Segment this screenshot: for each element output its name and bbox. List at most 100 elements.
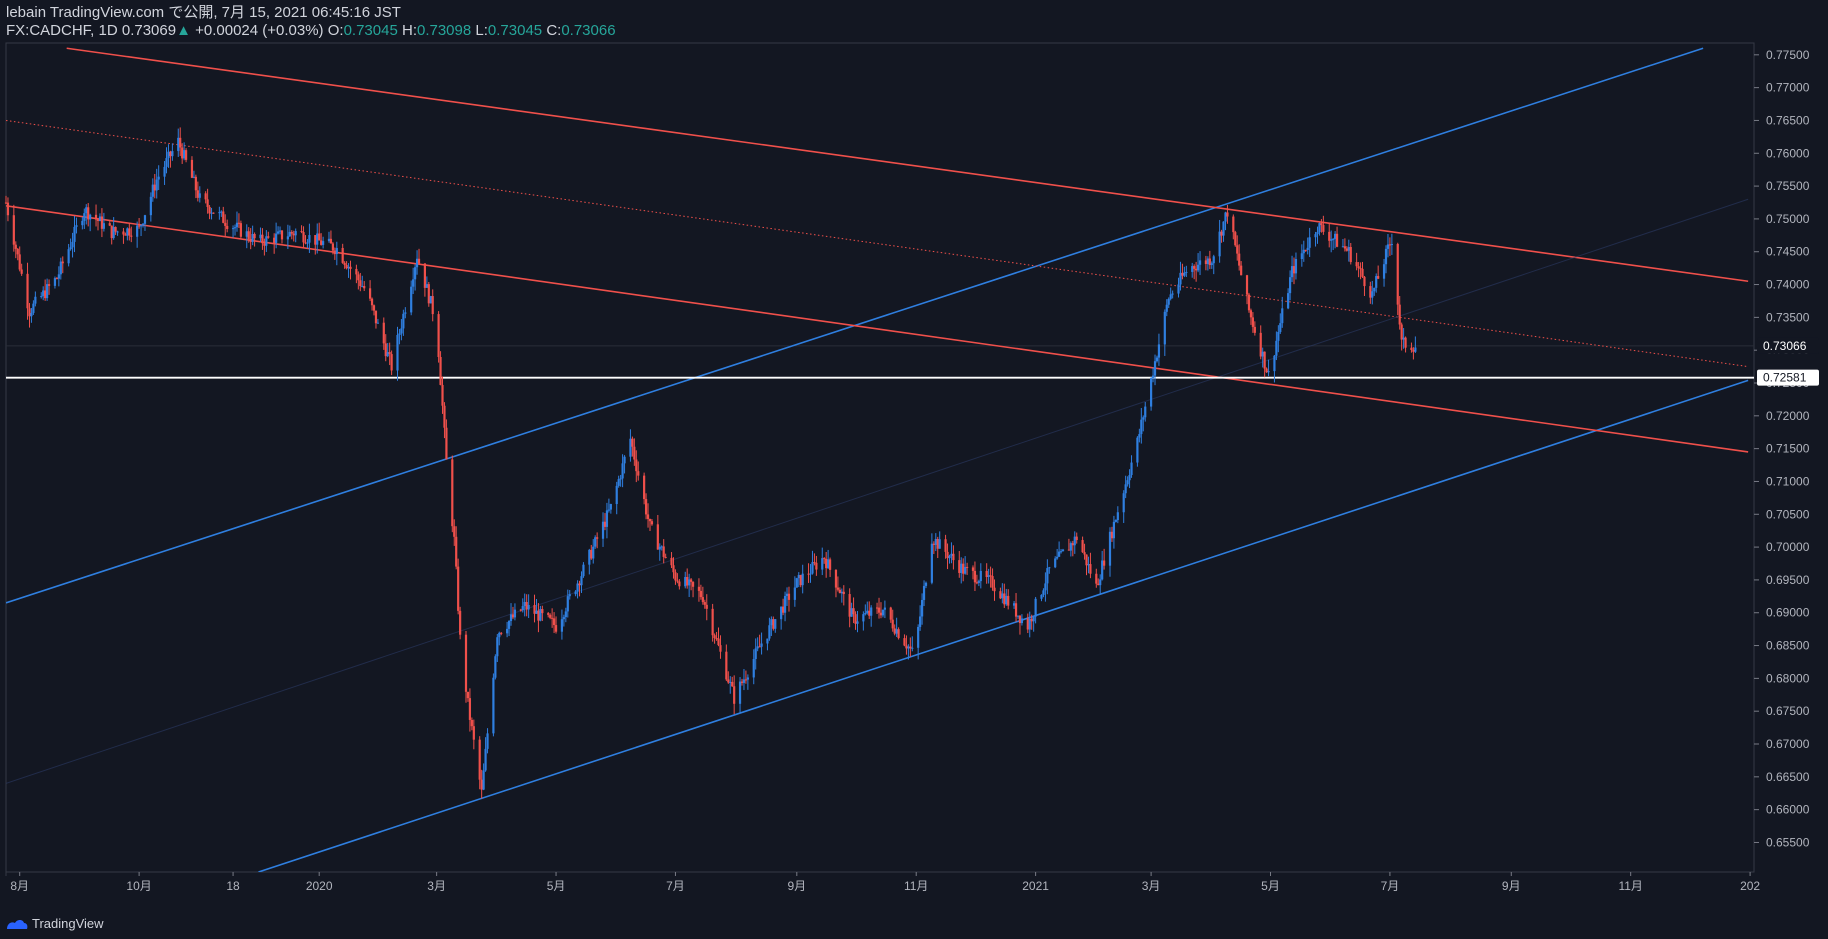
price-tick-label: 0.72000 <box>1766 409 1810 423</box>
candle-body <box>740 681 744 683</box>
candle-body <box>500 632 503 634</box>
candle-body <box>1153 361 1157 376</box>
candle-body <box>429 296 432 304</box>
candle-body <box>1054 558 1057 568</box>
candle-body <box>1116 512 1119 521</box>
candle-body <box>813 562 816 564</box>
candle-body <box>733 686 736 704</box>
candle-body <box>220 211 223 213</box>
candle-body <box>288 231 291 237</box>
candle-body <box>459 610 462 635</box>
candle-body <box>263 243 266 246</box>
candle-body <box>1377 276 1380 279</box>
candle-body <box>206 199 209 207</box>
candle-body <box>1046 568 1049 584</box>
candle-body <box>386 352 389 357</box>
candle-body <box>719 645 722 652</box>
candle-body <box>470 719 473 727</box>
candle-body <box>139 225 143 227</box>
candle-body <box>1249 310 1253 318</box>
plot-frame <box>5 42 1755 876</box>
candle-body <box>376 322 380 324</box>
candle-body <box>341 247 344 263</box>
candle-body <box>879 612 883 616</box>
candle-body <box>621 463 624 479</box>
candle-body <box>787 593 791 600</box>
candle-body <box>801 573 804 586</box>
candle-body <box>936 538 939 549</box>
candle-body <box>815 562 818 570</box>
candle-body <box>55 278 58 280</box>
candle-body <box>924 582 928 586</box>
candle-body <box>1402 337 1405 340</box>
candle-body <box>588 549 591 565</box>
candle-body <box>110 225 113 239</box>
candle-body <box>468 698 472 720</box>
candle-body <box>20 269 23 274</box>
candle-body <box>370 298 374 306</box>
candle-body <box>834 569 838 588</box>
candle-body <box>950 553 953 556</box>
candle-body <box>993 587 996 592</box>
candle-body <box>417 258 421 264</box>
candle-body <box>294 231 297 236</box>
candle-body <box>1030 618 1033 622</box>
candle-body <box>151 184 154 197</box>
candle-body <box>568 594 571 597</box>
candle-body <box>1314 234 1317 238</box>
candle-body <box>368 288 372 299</box>
candle-body <box>793 587 796 600</box>
candle-body <box>1410 347 1413 351</box>
candle-body <box>431 296 434 315</box>
candle-body <box>276 231 280 234</box>
time-tick-label: 3月 <box>1142 879 1161 893</box>
candle-body <box>574 591 577 595</box>
candle-body <box>1020 618 1024 624</box>
candle-body <box>414 267 417 280</box>
trendlines[interactable] <box>6 47 1754 872</box>
candle-body <box>300 231 303 233</box>
time-axis[interactable]: 8月 10月 18 2020 3月 5月 7月 9月 11月 2021 3月 5月 7月 9月 11月 202 <box>10 872 1760 893</box>
candle-body <box>47 284 51 286</box>
candle-body <box>316 233 319 245</box>
brand-label: TradingView <box>32 916 104 931</box>
candle-body <box>427 284 430 304</box>
candle-body <box>715 638 718 640</box>
candle-body <box>1169 294 1172 299</box>
candle-body <box>856 621 859 624</box>
price-tick-label: 0.73500 <box>1766 310 1810 324</box>
candle-body <box>1373 287 1376 292</box>
candle-body <box>1181 272 1184 276</box>
candle-body <box>964 566 967 574</box>
candle-body <box>75 225 78 227</box>
candle-body <box>609 504 612 510</box>
candle-body <box>1087 564 1090 566</box>
candle-body <box>564 611 567 618</box>
candle-body <box>1089 564 1092 574</box>
candle-body <box>1155 357 1159 362</box>
candle-body <box>619 478 622 480</box>
candle-body <box>1396 244 1399 305</box>
candle-body <box>124 234 127 236</box>
candle-body <box>797 575 800 579</box>
candle-body <box>331 243 334 251</box>
candle-body <box>551 617 554 619</box>
candle-body <box>948 555 951 559</box>
candle-body <box>783 595 787 613</box>
candle-body <box>905 645 908 649</box>
price-chart[interactable]: 0.77500 0.77000 0.76500 0.76000 0.75500 0.750… <box>0 0 1828 939</box>
candle-body <box>1204 260 1208 265</box>
candle-body <box>1114 520 1117 522</box>
candle-body <box>975 582 978 584</box>
price-axis[interactable]: 0.77500 0.77000 0.76500 0.76000 0.75500 0.750… <box>1754 48 1819 850</box>
footer-brand[interactable]: TradingView <box>6 916 104 931</box>
candle-body <box>807 573 810 575</box>
candle-body <box>596 537 599 539</box>
trendline-navy-6[interactable] <box>6 198 1749 784</box>
candle-body <box>286 236 289 240</box>
candle-body <box>59 261 62 275</box>
candle-body <box>946 551 949 559</box>
candle-body <box>903 638 906 646</box>
candle-body <box>278 230 282 232</box>
candle-body <box>590 549 593 559</box>
